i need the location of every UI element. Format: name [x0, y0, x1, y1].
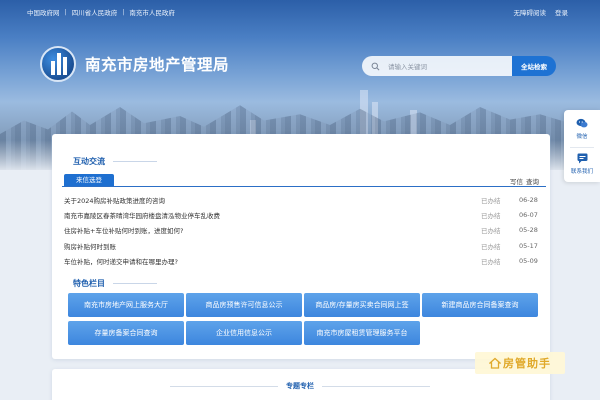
letter-date: 05-28	[519, 226, 538, 235]
letter-status: 已办结	[481, 211, 501, 220]
letter-status: 已办结	[481, 227, 501, 236]
existing-contract-query-button[interactable]: 存量房备案合同查询	[68, 321, 184, 345]
contact-item[interactable]: 联系我们	[564, 153, 600, 175]
interaction-section-header: 互动交流	[73, 156, 157, 167]
logo-bar	[51, 61, 55, 75]
building-logo-icon[interactable]	[40, 46, 76, 82]
query-link[interactable]: 查询	[526, 176, 539, 186]
floating-sidebar: 微信 联系我们	[564, 110, 600, 182]
wechat-icon	[576, 118, 588, 128]
search-icon	[371, 62, 380, 70]
letter-date: 06-28	[519, 195, 538, 204]
presale-permit-button[interactable]: 商品房预售许可信息公示	[186, 293, 302, 317]
link-separator: |	[122, 8, 125, 16]
letters-tab-bar: 来信选登 写信 查询	[62, 174, 546, 187]
gov-link-province[interactable]: 四川省人民政府	[72, 7, 118, 17]
section-divider	[322, 385, 430, 387]
wechat-item[interactable]: 微信	[564, 118, 600, 140]
list-item[interactable]: 车位补贴，何时递交申请和在哪里办理? 已办结 05-09	[64, 253, 544, 268]
letter-status: 已办结	[481, 196, 501, 205]
section-divider	[170, 385, 278, 387]
letter-title[interactable]: 车位补贴，何时递交申请和在哪里办理?	[64, 256, 544, 266]
letter-date: 06-07	[519, 210, 538, 219]
section-divider	[113, 161, 157, 162]
top-right-links: 无障碍阅读 登录	[514, 7, 569, 17]
site-search-button[interactable]: 全站检索	[512, 56, 556, 76]
special-section-title: 专题专栏	[286, 382, 314, 390]
tab-letters[interactable]: 来信选登	[64, 174, 114, 186]
search-input[interactable]: 请输入关键词	[362, 56, 512, 76]
list-item[interactable]: 南充市嘉陵区春茶晴湾华园府楼盘清泓物业停车乱收费 已办结 06-07	[64, 207, 544, 222]
logo-bar	[57, 53, 61, 75]
logo-bar	[63, 57, 67, 75]
section-divider	[113, 283, 157, 284]
special-section-header: 专题专栏	[170, 381, 430, 391]
watermark-badge: 房管助手	[475, 352, 565, 374]
link-separator: |	[64, 8, 67, 16]
search-placeholder: 请输入关键词	[388, 63, 427, 71]
letters-list: 关于2024购房补贴政策进度的咨询 已办结 06-28 南充市嘉陵区春茶晴湾华园…	[64, 192, 544, 268]
contact-icon	[577, 153, 587, 164]
site-header: 南充市房地产管理局	[40, 46, 229, 82]
letter-date: 05-17	[519, 241, 538, 250]
house-icon	[489, 357, 501, 369]
new-contract-query-button[interactable]: 新建商品房合同备案查询	[422, 293, 538, 317]
list-item[interactable]: 购房补贴何时到账 已办结 05-17	[64, 238, 544, 253]
letter-title[interactable]: 南充市嘉陵区春茶晴湾华园府楼盘清泓物业停车乱收费	[64, 210, 544, 220]
gov-link-city[interactable]: 南充市人民政府	[129, 7, 175, 17]
list-item[interactable]: 关于2024购房补贴政策进度的咨询 已办结 06-28	[64, 192, 544, 207]
rental-platform-button[interactable]: 南充市房屋租赁管理服务平台	[304, 321, 420, 345]
contract-signing-button[interactable]: 商品房/存量房买卖合同网上签	[304, 293, 420, 317]
letter-date: 05-09	[519, 256, 538, 265]
letter-status: 已办结	[481, 257, 501, 266]
letter-title[interactable]: 关于2024购房补贴政策进度的咨询	[64, 195, 544, 205]
service-hall-button[interactable]: 南充市房地产网上服务大厅	[68, 293, 184, 317]
wechat-label: 微信	[576, 134, 588, 140]
featured-section-title: 特色栏目	[73, 279, 105, 288]
login-link[interactable]: 登录	[555, 7, 568, 17]
write-letter-link[interactable]: 写信	[510, 176, 523, 186]
letter-status: 已办结	[481, 242, 501, 251]
accessibility-link[interactable]: 无障碍阅读	[514, 7, 547, 17]
list-item[interactable]: 住房补贴+车位补贴何时到账，进度如何? 已办结 05-28	[64, 223, 544, 238]
sidebar-divider	[570, 147, 594, 148]
letter-title[interactable]: 住房补贴+车位补贴何时到账，进度如何?	[64, 225, 544, 235]
letter-title[interactable]: 购房补贴何时到账	[64, 241, 544, 251]
watermark-text: 房管助手	[503, 357, 551, 370]
featured-section-header: 特色栏目	[73, 278, 157, 289]
top-bar: 中国政府网 | 四川省人民政府 | 南充市人民政府 无障碍阅读 登录	[0, 0, 600, 20]
credit-info-button[interactable]: 企业信用信息公示	[186, 321, 302, 345]
gov-links: 中国政府网 | 四川省人民政府 | 南充市人民政府	[27, 7, 175, 17]
contact-label: 联系我们	[570, 169, 593, 175]
interaction-section-title: 互动交流	[73, 157, 105, 166]
site-title[interactable]: 南充市房地产管理局	[85, 53, 229, 75]
gov-link-central[interactable]: 中国政府网	[27, 7, 60, 17]
